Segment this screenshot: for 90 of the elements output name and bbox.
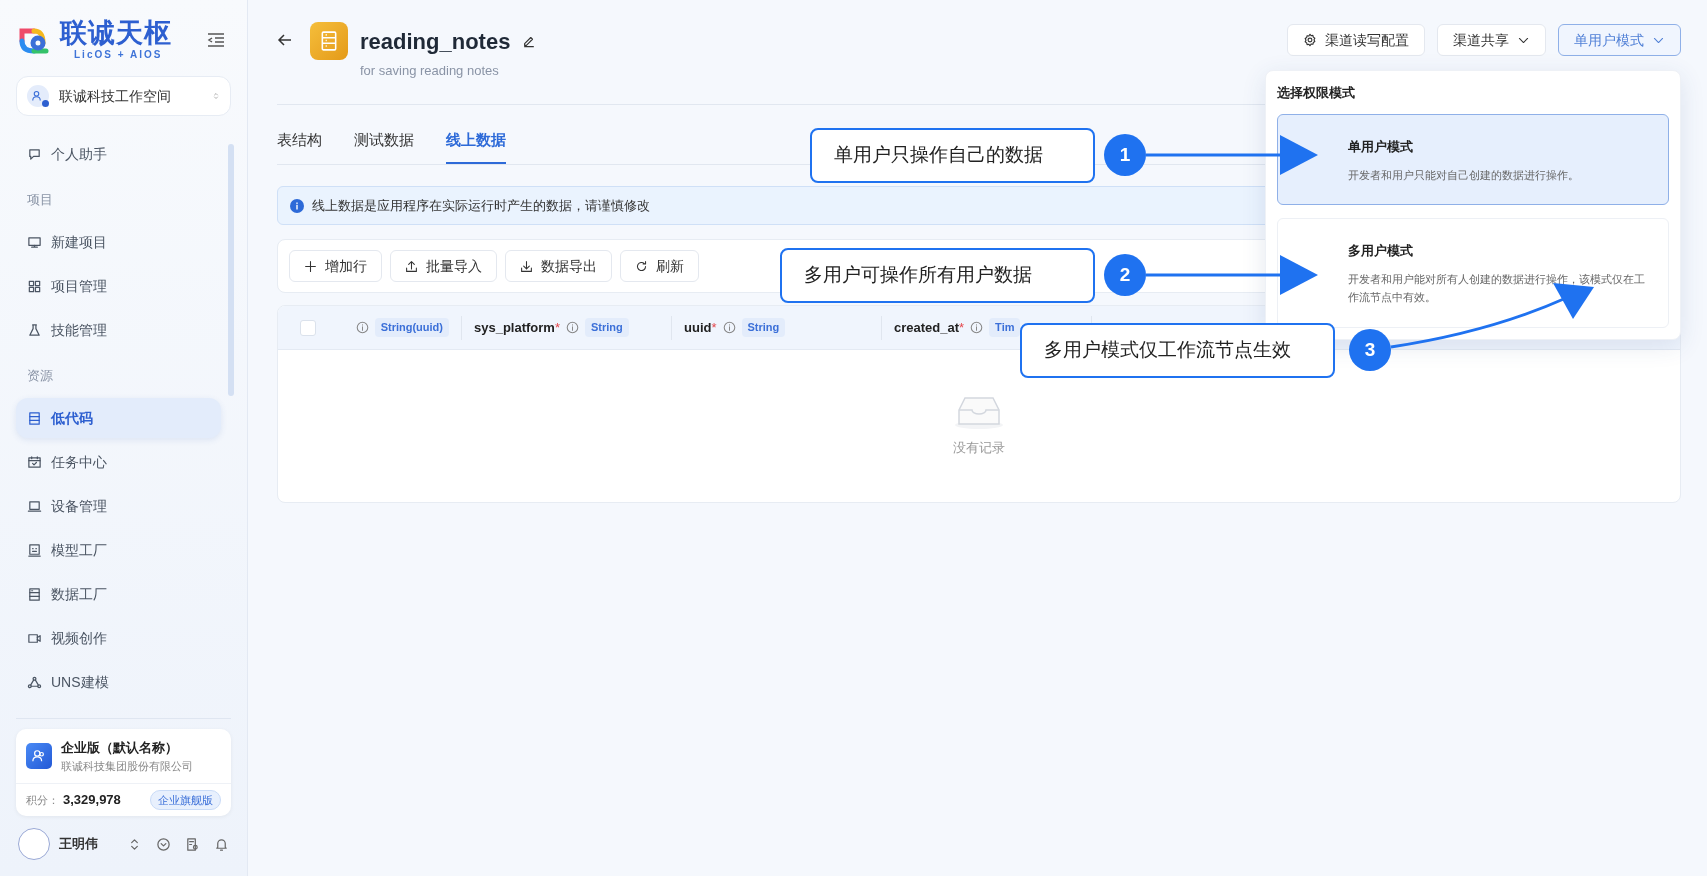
type-badge: String [585,318,629,337]
table-title: reading_notes [360,27,511,56]
info-icon [566,321,579,334]
option-title: 多用户模式 [1348,242,1414,260]
dropdown-button[interactable]: 渠道共享 [1437,24,1546,56]
collapse-sidebar-button[interactable] [207,32,225,48]
nav-item[interactable]: 个人助手 [16,134,221,174]
plan-badge: 企业旗舰版 [150,789,221,811]
list-icon [27,410,42,426]
monitor-icon [27,234,42,250]
toolbar-button[interactable]: 增加行 [289,250,382,282]
dropdown-button[interactable]: 单用户模式 [1558,24,1681,56]
empty-tray-icon [953,394,1005,431]
type-badge: String [741,318,786,337]
required-mark: * [959,318,965,337]
type-badge: Tim [989,318,1021,337]
table-icon [310,22,348,60]
nav-item[interactable]: 模型工厂 [16,530,221,570]
points-value: 3,329,978 [63,791,122,810]
type-badge: String(uuid) [374,318,449,337]
nav-item[interactable]: 项目管理 [16,266,221,306]
plus-icon [304,259,317,273]
nav-item[interactable]: 视频创作 [16,618,221,658]
callout-label: 多用户可操作所有用户数据 [780,248,1095,303]
nav-item[interactable]: 数据工厂 [16,574,221,614]
empty-text: 没有记录 [953,439,1005,458]
tab[interactable]: 表结构 [277,119,322,164]
table-description: for saving reading notes [360,62,500,80]
tab[interactable]: 线上数据 [446,119,506,164]
required-mark: * [711,318,717,337]
column-header: sys_platform [474,318,555,337]
company-name: 联诚科技集团股份有限公司 [61,758,193,774]
workspace-icon [27,85,49,107]
option-description: 开发者和用户能对所有人创建的数据进行操作，该模式仅在工作流节点中有效。 [1348,271,1646,305]
mode-option[interactable]: 多用户模式 开发者和用户能对所有人创建的数据进行操作，该模式仅在工作流节点中有效。 [1277,218,1669,328]
info-icon [970,321,984,334]
info-icon [355,321,369,334]
scrollbar[interactable] [228,144,234,396]
toolbar-button[interactable]: 刷新 [620,250,699,282]
document-icon[interactable] [185,836,200,852]
nav-section-label: 项目 [26,191,54,210]
nav-item[interactable]: 设备管理 [16,486,221,526]
nav-item[interactable]: 低代码 [16,398,221,438]
option-title: 单用户模式 [1348,138,1414,156]
chevron-circle-icon[interactable] [156,836,171,852]
step-number: 1 [1104,134,1146,176]
robot-icon [27,542,42,558]
option-description: 开发者和用户只能对自己创建的数据进行操作。 [1348,167,1579,183]
nav-item[interactable]: 任务中心 [16,442,221,482]
callout-label: 多用户模式仅工作流节点生效 [1020,323,1335,378]
server-icon [27,586,42,602]
back-button[interactable] [277,32,293,48]
info-icon [722,321,736,334]
org-name: 企业版（默认名称） [61,739,179,757]
org-icon [26,743,52,769]
checkbox[interactable] [300,319,316,336]
sort-icon [212,90,220,102]
tab[interactable]: 测试数据 [354,119,414,164]
notice-text: 线上数据是应用程序在实际运行时产生的数据，请谨慎修改 [312,196,650,215]
menu-title: 选择权限模式 [1277,83,1356,102]
mode-option[interactable]: 单用户模式 开发者和用户只能对自己创建的数据进行操作。 [1277,114,1669,205]
calendar-icon [27,454,42,470]
toolbar-button[interactable]: 批量导入 [390,250,497,282]
column-header: created_at [894,318,960,337]
laptop-icon [27,498,42,514]
brand-tagline: LicOS + AIOS [73,50,164,60]
settings-icon [1303,33,1317,47]
bell-icon[interactable] [214,836,229,852]
nav-item[interactable]: 技能管理 [16,310,221,350]
user-name: 王明伟 [59,835,99,854]
nav-item[interactable]: 新建项目 [16,222,221,262]
workspace-selector[interactable]: 联诚科技工作空间 [16,76,231,116]
flask-icon [27,322,42,338]
column-header: uuid [684,318,712,337]
grid-icon [27,278,42,294]
download-icon [520,259,533,273]
channel-config-button[interactable]: 渠道读写配置 [1287,24,1425,56]
nav-item[interactable]: UNS建模 [16,662,221,702]
upload-icon [405,259,418,273]
refresh-icon [635,259,648,273]
callout-label: 单用户只操作自己的数据 [810,128,1095,183]
toolbar-button[interactable]: 数据导出 [505,250,612,282]
nodes-icon [27,674,42,690]
points-label: 积分： [26,792,59,808]
info-icon [290,198,304,213]
required-mark: * [554,318,560,337]
brand-name: 联诚天枢 [60,20,172,47]
edit-icon[interactable] [522,34,537,48]
chat-bubble-icon [27,146,42,162]
nav-section-label: 资源 [26,367,54,386]
